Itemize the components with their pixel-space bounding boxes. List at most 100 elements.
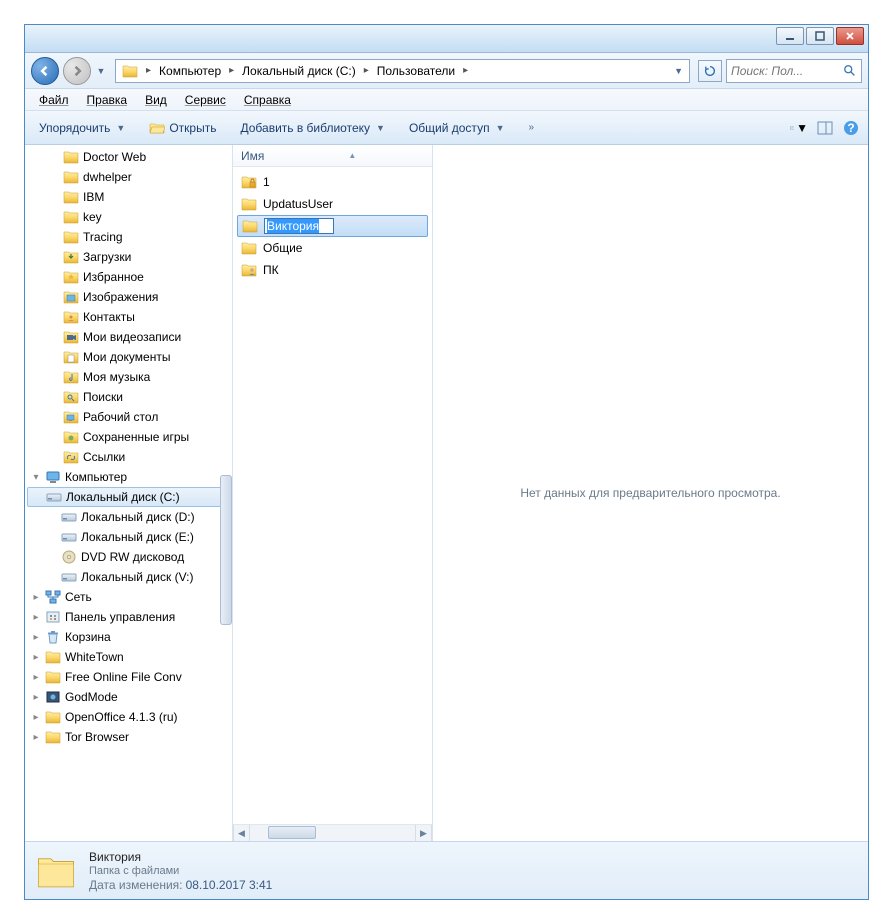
tree-item[interactable]: ▸GodMode xyxy=(25,687,232,707)
open-button[interactable]: Открыть xyxy=(143,117,222,139)
list-item[interactable]: Общие xyxy=(237,237,428,259)
tree-item-label: dwhelper xyxy=(83,170,132,184)
tree-item[interactable]: dwhelper xyxy=(25,167,232,187)
share-button[interactable]: Общий доступ▼ xyxy=(403,118,511,138)
tree-item[interactable]: Doctor Web xyxy=(25,147,232,167)
list-item-label: UpdatusUser xyxy=(263,197,333,211)
title-bar xyxy=(25,25,868,53)
scroll-thumb[interactable] xyxy=(268,826,316,839)
nav-forward-button[interactable] xyxy=(63,57,91,85)
tree-item[interactable]: Рабочий стол xyxy=(25,407,232,427)
svg-text:?: ? xyxy=(847,121,854,135)
tree-item[interactable]: ▸WhiteTown xyxy=(25,647,232,667)
folder-icon xyxy=(35,850,77,892)
tree-item[interactable]: Контакты xyxy=(25,307,232,327)
tree-item[interactable]: Tracing xyxy=(25,227,232,247)
menu-edit[interactable]: Правка xyxy=(79,91,136,109)
breadcrumb-arrow-icon[interactable]: ▸ xyxy=(459,65,472,76)
tree-item-label: Корзина xyxy=(65,630,111,644)
minimize-button[interactable] xyxy=(776,27,804,45)
more-button[interactable]: » xyxy=(522,119,540,136)
address-bar[interactable]: ▸ Компьютер ▸ Локальный диск (C:) ▸ Поль… xyxy=(115,59,690,83)
tree-item[interactable]: ▸Free Online File Conv xyxy=(25,667,232,687)
tree-item[interactable]: key xyxy=(25,207,232,227)
tree-item-label: Локальный диск (V:) xyxy=(81,570,193,584)
view-options-button[interactable]: ▼ xyxy=(790,119,808,137)
tree-item-label: IBM xyxy=(83,190,104,204)
address-dropdown-icon[interactable]: ▼ xyxy=(674,66,683,76)
menu-tools[interactable]: Сервис xyxy=(177,91,234,109)
tree-item-label: GodMode xyxy=(65,690,118,704)
tree-item[interactable]: Поиски xyxy=(25,387,232,407)
search-icon xyxy=(843,64,857,78)
command-bar: Упорядочить▼ Открыть Добавить в библиоте… xyxy=(25,111,868,145)
tree-item-label: Tor Browser xyxy=(65,730,129,744)
organize-button[interactable]: Упорядочить▼ xyxy=(33,118,131,138)
details-pane: Виктория Папка с файлами Дата изменения:… xyxy=(25,841,868,899)
breadcrumb-segment[interactable]: Локальный диск (C:) xyxy=(238,60,360,82)
tree-item[interactable]: Локальный диск (V:) xyxy=(25,567,232,587)
preview-pane-button[interactable] xyxy=(816,119,834,137)
preview-pane: Нет данных для предварительного просмотр… xyxy=(433,145,868,841)
tree-item-label: Поиски xyxy=(83,390,123,404)
refresh-button[interactable] xyxy=(698,60,722,82)
help-button[interactable]: ? xyxy=(842,119,860,137)
scroll-left-button[interactable]: ◀ xyxy=(233,825,250,841)
tree-item[interactable]: ▸Панель управления xyxy=(25,607,232,627)
tree-item-label: Загрузки xyxy=(83,250,131,264)
breadcrumb-arrow-icon[interactable]: ▸ xyxy=(225,65,238,76)
menu-bar: Файл Правка Вид Сервис Справка xyxy=(25,89,868,111)
tree-item[interactable]: Сохраненные игры xyxy=(25,427,232,447)
tree-item[interactable]: Локальный диск (E:) xyxy=(25,527,232,547)
tree-item[interactable]: Мои документы xyxy=(25,347,232,367)
breadcrumb-arrow-icon[interactable]: ▸ xyxy=(360,65,373,76)
tree-item[interactable]: ▸Tor Browser xyxy=(25,727,232,747)
tree-item-label: WhiteTown xyxy=(65,650,124,664)
maximize-button[interactable] xyxy=(806,27,834,45)
search-input[interactable] xyxy=(731,64,843,78)
vertical-scrollbar-thumb[interactable] xyxy=(220,475,232,625)
tree-item-label: Изображения xyxy=(83,290,158,304)
rename-input[interactable] xyxy=(264,218,334,234)
tree-item-label: Ссылки xyxy=(83,450,125,464)
tree-item-label: Панель управления xyxy=(65,610,175,624)
tree-item[interactable]: ▸Корзина xyxy=(25,627,232,647)
list-item[interactable]: UpdatusUser xyxy=(237,193,428,215)
tree-item-label: Локальный диск (C:) xyxy=(66,490,180,504)
menu-view[interactable]: Вид xyxy=(137,91,175,109)
nav-back-button[interactable] xyxy=(31,57,59,85)
close-button[interactable] xyxy=(836,27,864,45)
tree-item[interactable]: ▸Сеть xyxy=(25,587,232,607)
column-header[interactable]: Имя▲ xyxy=(233,145,432,167)
tree-item[interactable]: Избранное xyxy=(25,267,232,287)
scroll-right-button[interactable]: ▶ xyxy=(415,825,432,841)
nav-history-dropdown[interactable]: ▼ xyxy=(95,61,107,81)
breadcrumb-segment[interactable]: Компьютер xyxy=(155,60,225,82)
tree-item[interactable]: Мои видеозаписи xyxy=(25,327,232,347)
add-to-library-button[interactable]: Добавить в библиотеку▼ xyxy=(234,118,390,138)
tree-item[interactable]: Загрузки xyxy=(25,247,232,267)
tree-item[interactable]: Ссылки xyxy=(25,447,232,467)
search-box[interactable] xyxy=(726,59,862,83)
tree-item[interactable]: Изображения xyxy=(25,287,232,307)
tree-item[interactable]: Локальный диск (D:) xyxy=(25,507,232,527)
tree-item[interactable]: ▸OpenOffice 4.1.3 (ru) xyxy=(25,707,232,727)
tree-item[interactable]: IBM xyxy=(25,187,232,207)
menu-file[interactable]: Файл xyxy=(31,91,77,109)
tree-item[interactable]: Моя музыка xyxy=(25,367,232,387)
breadcrumb-segment[interactable]: Пользователи xyxy=(373,60,459,82)
navigation-tree[interactable]: Doctor Web dwhelper IBM key Tracing Загрузки И… xyxy=(25,145,233,841)
tree-item-label: Контакты xyxy=(83,310,135,324)
tree-item-label: Tracing xyxy=(83,230,123,244)
tree-item[interactable]: Локальный диск (C:) xyxy=(27,487,230,507)
tree-item[interactable]: DVD RW дисковод xyxy=(25,547,232,567)
list-item[interactable] xyxy=(237,215,428,237)
tree-item[interactable]: ▾Компьютер xyxy=(25,467,232,487)
horizontal-scrollbar[interactable]: ◀ ▶ xyxy=(233,824,432,841)
list-item[interactable]: 1 xyxy=(237,171,428,193)
breadcrumb-arrow-icon[interactable]: ▸ xyxy=(142,65,155,76)
menu-help[interactable]: Справка xyxy=(236,91,299,109)
tree-item-label: DVD RW дисковод xyxy=(81,550,184,564)
list-item[interactable]: ПК xyxy=(237,259,428,281)
details-name: Виктория xyxy=(89,850,272,864)
